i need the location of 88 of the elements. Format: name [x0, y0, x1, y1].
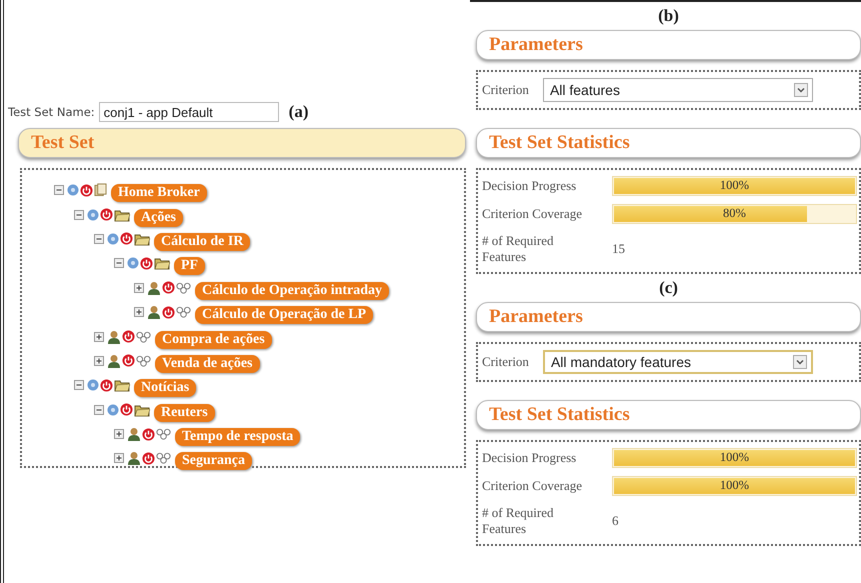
- chain-icon: [176, 282, 191, 294]
- power-icon: [162, 306, 175, 319]
- tree-node[interactable]: Tempo de resposta: [175, 428, 300, 446]
- plus-icon[interactable]: [134, 282, 144, 293]
- caret-icon: [794, 83, 808, 97]
- name-field[interactable]: conj1 - app Default: [98, 102, 279, 122]
- circle-icon: [107, 232, 119, 245]
- person-icon: [127, 427, 141, 442]
- tree-node[interactable]: Compra de ações: [155, 330, 272, 349]
- circle-icon: [127, 257, 139, 270]
- section-header: Test Set Statistics: [476, 400, 861, 430]
- chain-icon: [156, 452, 171, 464]
- chain-icon: [176, 306, 191, 318]
- progress-value: 80%: [723, 206, 746, 221]
- chain-icon: [136, 330, 151, 343]
- chain-icon: [156, 428, 171, 440]
- criterion-dropdown[interactable]: All features: [542, 78, 813, 102]
- criterion-dropdown[interactable]: All mandatory features: [542, 350, 813, 374]
- person-icon: [107, 354, 121, 368]
- power-icon: [140, 256, 153, 270]
- progress-value: 100%: [720, 450, 750, 465]
- minus-icon[interactable]: [74, 380, 84, 390]
- section-header: Test Set Statistics: [476, 128, 861, 158]
- tree-node[interactable]: PF: [174, 257, 206, 276]
- power-icon: [142, 428, 155, 441]
- stat-label: Decision Progress: [482, 178, 578, 194]
- plus-icon[interactable]: [134, 307, 144, 318]
- section-header: Parameters: [476, 30, 861, 60]
- stat-label: # of Required Features: [482, 233, 554, 265]
- tree-node[interactable]: Cálculo de Operação intraday: [195, 282, 390, 300]
- tree-node[interactable]: Home Broker: [111, 184, 207, 202]
- plus-icon[interactable]: [94, 332, 104, 342]
- document-icon: [94, 183, 107, 198]
- plus-icon[interactable]: [114, 453, 124, 464]
- minus-icon[interactable]: [114, 258, 124, 268]
- tree-node[interactable]: Cálculo de IR: [154, 232, 250, 251]
- plus-icon[interactable]: [114, 429, 124, 440]
- section-header: Parameters: [476, 302, 861, 332]
- power-icon: [162, 281, 175, 294]
- power-icon: [122, 330, 135, 344]
- tree-node[interactable]: Ações: [134, 208, 183, 227]
- stat-label: Criterion Coverage: [482, 478, 583, 494]
- circle-icon: [107, 404, 119, 416]
- circle-icon: [67, 184, 79, 196]
- stat-label: Criterion Coverage: [482, 206, 583, 222]
- folder-icon: [134, 232, 150, 246]
- power-icon: [100, 208, 113, 222]
- chain-icon: [136, 354, 151, 367]
- circle-icon: [87, 379, 99, 392]
- power-icon: [142, 452, 155, 465]
- stat-value: 6: [612, 513, 618, 529]
- person-icon: [147, 280, 161, 295]
- tree-node[interactable]: Reuters: [154, 404, 215, 422]
- minus-icon[interactable]: [94, 404, 104, 415]
- power-icon: [100, 378, 113, 392]
- circle-icon: [87, 208, 99, 221]
- plus-icon[interactable]: [94, 356, 104, 366]
- figure-label: (b): [658, 6, 679, 26]
- stat-value: 15: [612, 241, 625, 257]
- minus-icon[interactable]: [74, 210, 84, 220]
- power-icon: [80, 184, 93, 197]
- person-icon: [107, 330, 121, 344]
- figure-label: (a): [288, 102, 308, 122]
- folder-icon: [154, 256, 170, 270]
- field-label: Criterion: [482, 354, 529, 370]
- power-icon: [122, 354, 135, 368]
- progress-value: 100%: [720, 478, 750, 493]
- person-icon: [147, 305, 161, 320]
- field-label: Test Set Name:: [8, 105, 95, 119]
- figure-label: (c): [659, 278, 678, 298]
- minus-icon[interactable]: [94, 234, 104, 244]
- stat-label: # of Required Features: [482, 505, 554, 537]
- tree-node[interactable]: Segurança: [175, 452, 252, 470]
- tree-node[interactable]: Cálculo de Operação de LP: [195, 306, 374, 324]
- power-icon: [120, 403, 133, 416]
- field-label: Criterion: [482, 82, 529, 98]
- caret-icon: [792, 355, 807, 369]
- minus-icon[interactable]: [54, 185, 64, 196]
- tree-node[interactable]: Notícias: [134, 379, 196, 398]
- folder-icon: [114, 378, 130, 392]
- section-header: Test Set: [18, 128, 466, 158]
- folder-icon: [114, 208, 130, 222]
- stat-label: Decision Progress: [482, 450, 578, 466]
- folder-icon: [134, 402, 150, 417]
- tree-node[interactable]: Venda de ações: [155, 354, 260, 373]
- power-icon: [120, 232, 133, 246]
- person-icon: [127, 451, 141, 466]
- progress-value: 100%: [720, 178, 750, 193]
